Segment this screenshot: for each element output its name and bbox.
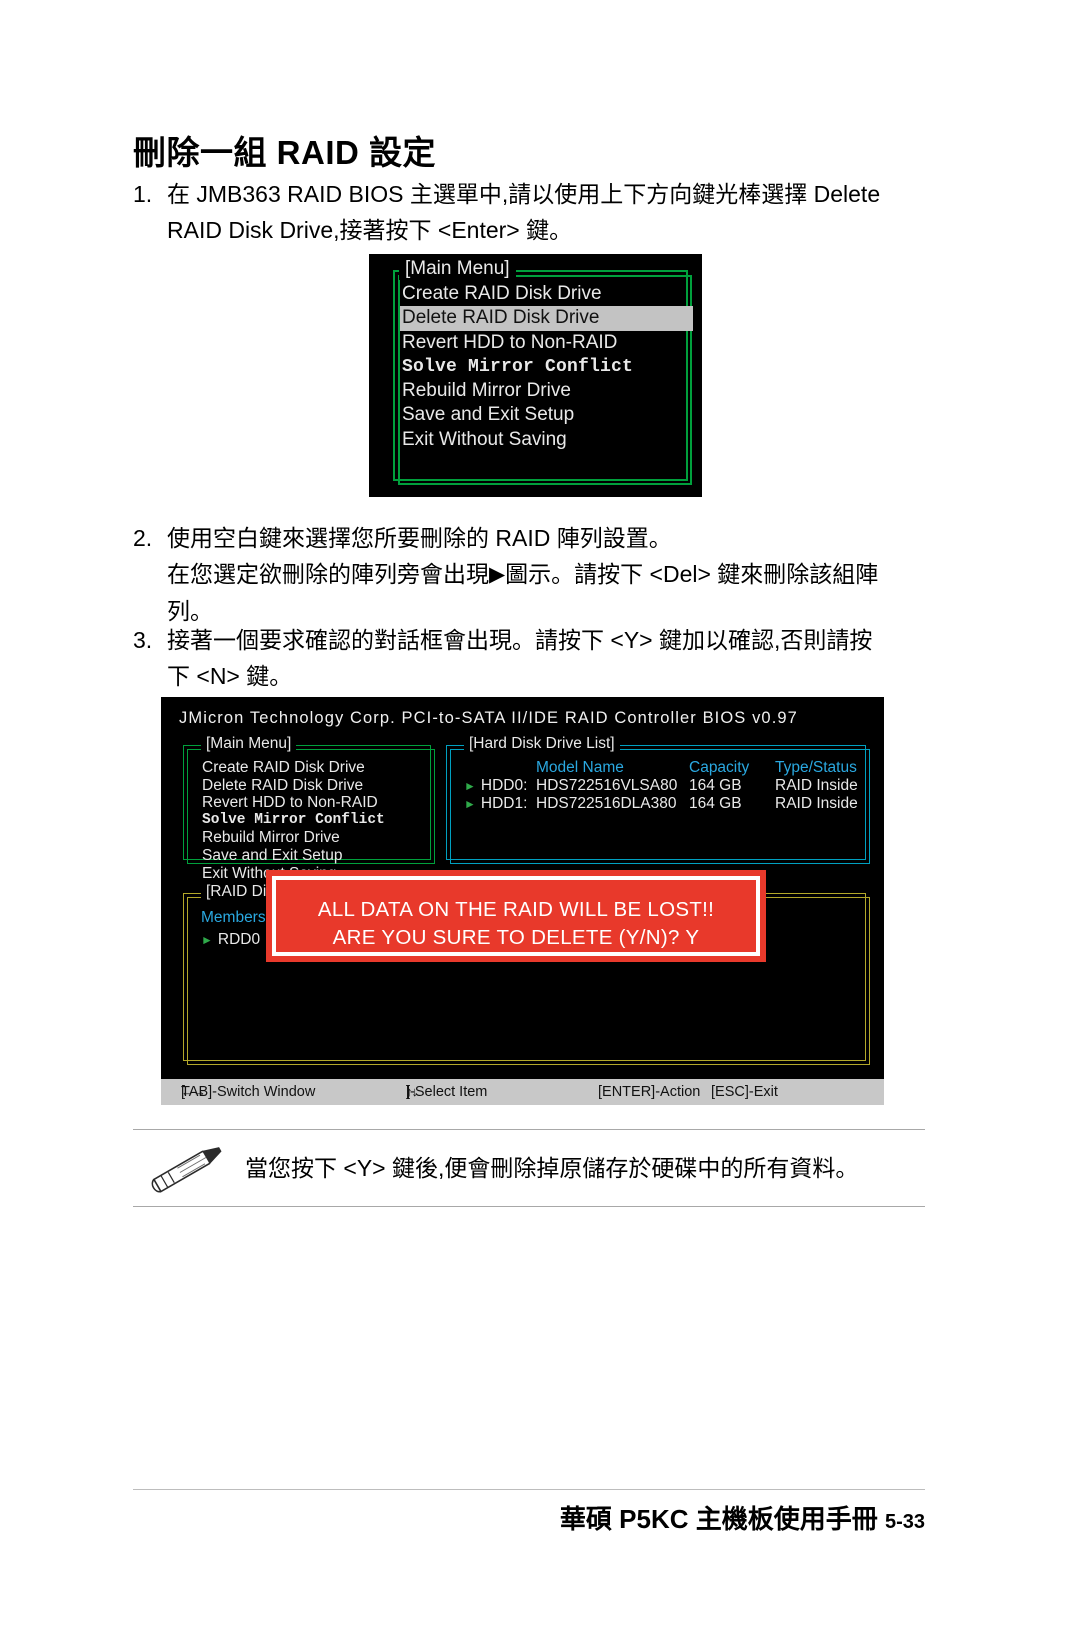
footer-divider: [133, 1489, 925, 1490]
hdd-model: HDS722516DLA380: [536, 795, 677, 813]
menu-item-revert[interactable]: Revert HDD to Non-RAID: [400, 331, 693, 355]
step2-line2-b: 圖示。請按下 <Del> 鍵來刪除該組陣: [505, 561, 879, 587]
hard-disk-drive-list-panel: [Hard Disk Drive List] Model Name Capaci…: [446, 735, 870, 864]
step-item-2: 2. 使用空白鍵來選擇您所要刪除的 RAID 陣列設置。 在您選定欲刪除的陣列旁…: [133, 520, 933, 629]
step3-line2: 下 <N> 鍵。: [167, 663, 293, 689]
hdd-tag: HDD1:: [480, 795, 528, 813]
main-menu-item-delete[interactable]: Delete RAID Disk Drive: [202, 777, 385, 795]
step-number: 1.: [133, 181, 153, 207]
hdd-status: RAID Inside: [775, 795, 858, 813]
table-header-row: Model Name Capacity Type/Status: [464, 759, 885, 777]
col-capacity: Capacity: [689, 759, 750, 776]
menu-item-exit[interactable]: Exit Without Saving: [400, 428, 693, 452]
triangle-marker-icon: ►: [201, 932, 213, 947]
step-text: 接著一個要求確認的對話框會出現。請按下 <Y> 鍵加以確認,否則請按 下 <N>…: [167, 622, 872, 694]
hdd-tag: HDD0:: [480, 776, 528, 794]
table-row[interactable]: ► HDD0: HDS722516VLSA80 164 GB RAID Insid…: [464, 777, 885, 796]
step-text: 在 JMB363 RAID BIOS 主選單中,請以使用上下方向鍵光棒選擇 De…: [167, 176, 880, 248]
triangle-marker-icon: ►: [464, 778, 476, 793]
step-number: 3.: [133, 627, 153, 653]
select-item-label: ]-Select Item: [406, 1084, 488, 1100]
bios-menu-list: Create RAID Disk Drive Delete RAID Disk …: [400, 282, 693, 452]
main-menu-item-create[interactable]: Create RAID Disk Drive: [202, 759, 385, 777]
step2-line2: 在您選定欲刪除的陣列旁會出現▶圖示。請按下 <Del> 鍵來刪除該組陣: [167, 556, 878, 593]
hdd-tag-cell: ► HDD1:: [464, 795, 536, 814]
note-text: 當您按下 <Y> 鍵後,便會刪除掉原儲存於硬碟中的所有資料。: [245, 1155, 859, 1181]
triangle-icon: ▶: [489, 563, 506, 586]
bios-status-bar: [←→ TAB]-Switch Window [↑↓]-Select Item […: [161, 1079, 884, 1105]
hdd-list-title: [Hard Disk Drive List]: [464, 735, 620, 753]
hdd-tag-cell: ► HDD0:: [464, 777, 536, 796]
menu-item-solve-mirror[interactable]: Solve Mirror Conflict: [400, 355, 693, 379]
step3-line1: 接著一個要求確認的對話框會出現。請按下 <Y> 鍵加以確認,否則請按: [167, 627, 873, 653]
bios-main-menu-screenshot: [Main Menu] Create RAID Disk Drive Delet…: [369, 254, 702, 497]
bios-delete-confirm-screenshot: JMicron Technology Corp. PCI-to-SATA II/…: [161, 697, 884, 1105]
hdd-status: RAID Inside: [775, 776, 858, 794]
table-row[interactable]: ► HDD1: HDS722516DLA380 164 GB RAID Insid…: [464, 795, 885, 814]
main-menu-item-rebuild[interactable]: Rebuild Mirror Drive: [202, 829, 385, 847]
status-enter-action: [ENTER]-Action: [598, 1084, 701, 1100]
col-type-status: Type/Status: [775, 759, 857, 776]
note-box: 當您按下 <Y> 鍵後,便會刪除掉原儲存於硬碟中的所有資料。: [133, 1129, 925, 1207]
confirm-delete-dialog[interactable]: ALL DATA ON THE RAID WILL BE LOST!! ARE …: [266, 870, 766, 962]
step-number: 2.: [133, 525, 153, 551]
main-menu-items: Create RAID Disk Drive Delete RAID Disk …: [202, 759, 385, 882]
dialog-text: ALL DATA ON THE RAID WILL BE LOST!! ARE …: [272, 896, 760, 952]
hdd-capacity: 164 GB: [689, 795, 742, 813]
menu-item-create[interactable]: Create RAID Disk Drive: [400, 282, 693, 306]
step2-line2-a: 在您選定欲刪除的陣列旁會出現: [167, 561, 489, 587]
menu-item-save-exit[interactable]: Save and Exit Setup: [400, 403, 693, 427]
hdd-model: HDS722516VLSA80: [536, 776, 678, 794]
pencil-icon: [151, 1147, 222, 1193]
menu-item-rebuild[interactable]: Rebuild Mirror Drive: [400, 379, 693, 403]
dialog-line-2: ARE YOU SURE TO DELETE (Y/N)? Y: [332, 926, 700, 949]
step2-line1: 使用空白鍵來選擇您所要刪除的 RAID 陣列設置。: [167, 525, 672, 551]
menu-item-delete-selected[interactable]: Delete RAID Disk Drive: [400, 306, 693, 331]
main-menu-item-revert[interactable]: Revert HDD to Non-RAID: [202, 794, 385, 812]
footer-title: 華碩 P5KC 主機板使用手冊: [559, 1504, 878, 1534]
page-title: 刪除一組 RAID 設定: [133, 134, 436, 171]
main-menu-item-solve-mirror[interactable]: Solve Mirror Conflict: [202, 812, 385, 830]
step-item-1: 1. 在 JMB363 RAID BIOS 主選單中,請以使用上下方向鍵光棒選擇…: [133, 176, 933, 248]
hdd-table: Model Name Capacity Type/Status ► HDD0: H…: [464, 759, 885, 814]
step1-line2: RAID Disk Drive,接著按下 <Enter> 鍵。: [167, 217, 573, 243]
step1-line1: 在 JMB363 RAID BIOS 主選單中,請以使用上下方向鍵光棒選擇 De…: [167, 181, 881, 207]
step-item-3: 3. 接著一個要求確認的對話框會出現。請按下 <Y> 鍵加以確認,否則請按 下 …: [133, 622, 933, 694]
col-model-name: Model Name: [536, 759, 624, 776]
main-menu-item-save-exit[interactable]: Save and Exit Setup: [202, 847, 385, 865]
switch-window-label: TAB]-Switch Window: [181, 1084, 316, 1100]
document-page: 刪除一組 RAID 設定 1. 在 JMB363 RAID BIOS 主選單中,…: [0, 0, 1080, 1627]
status-esc-exit: [ESC]-Exit: [711, 1084, 778, 1100]
hdd-capacity: 164 GB: [689, 776, 742, 794]
dialog-line-1: ALL DATA ON THE RAID WILL BE LOST!!: [317, 898, 715, 921]
page-number: 5-33: [884, 1511, 925, 1533]
main-menu-title: [Main Menu]: [201, 735, 297, 753]
triangle-marker-icon: ►: [464, 797, 476, 812]
raid-tag: RDD0: [217, 930, 261, 948]
step-text: 使用空白鍵來選擇您所要刪除的 RAID 陣列設置。 在您選定欲刪除的陣列旁會出現…: [167, 520, 878, 629]
col-blank: [464, 759, 536, 777]
main-menu-panel: [Main Menu] Create RAID Disk Drive Delet…: [183, 735, 435, 882]
bios-header-title: JMicron Technology Corp. PCI-to-SATA II/…: [179, 709, 798, 727]
footer: 華碩 P5KC 主機板使用手冊 5-33: [560, 1499, 925, 1536]
menu-panel-title: [Main Menu]: [399, 258, 516, 280]
